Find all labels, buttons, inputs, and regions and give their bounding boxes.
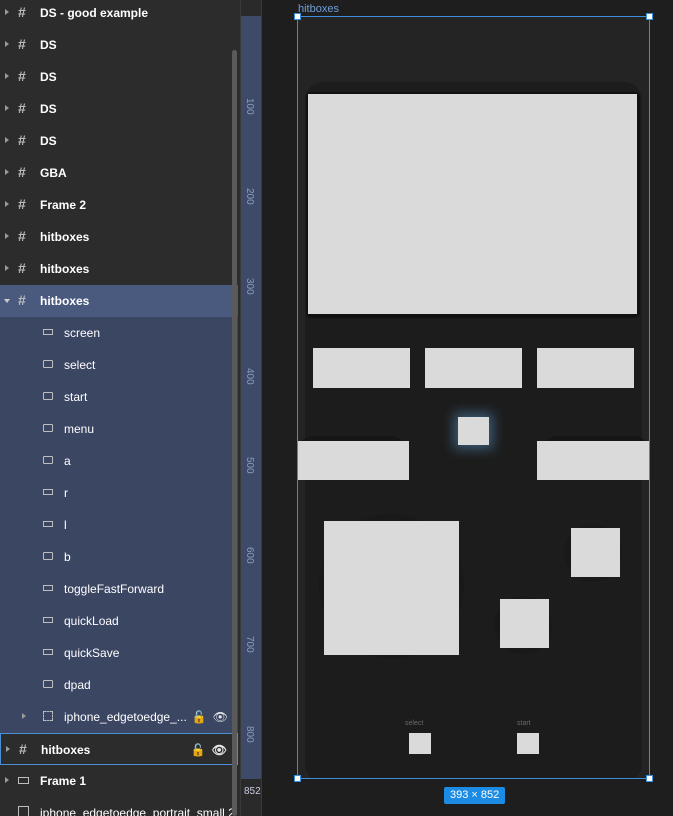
- rectangle-icon: [43, 521, 53, 527]
- frame-hash-icon: #: [18, 260, 26, 276]
- frame-title[interactable]: hitboxes: [298, 3, 339, 15]
- image-icon: [18, 806, 29, 816]
- layer-hitboxes-selected[interactable]: # hitboxes: [0, 285, 238, 317]
- layer-hitboxes[interactable]: # hitboxes: [0, 253, 238, 285]
- vertical-ruler: 100 200 300 400 500 600 700 800 852: [240, 0, 262, 816]
- ruler-tick: 100: [244, 98, 255, 115]
- caret-right-icon[interactable]: [5, 169, 9, 175]
- frame-hash-icon: #: [18, 132, 26, 148]
- layers-panel: # DS - good example # DS # DS # DS # DS # GBA …: [0, 0, 240, 816]
- rectangle-icon: [43, 456, 53, 464]
- rectangle-icon: [43, 329, 53, 335]
- frame-hash-icon: #: [18, 36, 26, 52]
- layer-child-a[interactable]: a: [0, 445, 238, 477]
- ruler-tick: 200: [244, 188, 255, 205]
- layer-child-b[interactable]: b: [0, 541, 238, 573]
- layer-ds[interactable]: # DS: [0, 29, 238, 61]
- rectangle-icon: [43, 680, 53, 688]
- ruler-tick: 300: [244, 278, 255, 295]
- caret-right-icon[interactable]: [6, 746, 10, 752]
- selection-outline: [297, 16, 650, 779]
- frame-hash-icon: #: [18, 228, 26, 244]
- caret-right-icon[interactable]: [5, 201, 9, 207]
- ruler-tick: 400: [244, 368, 255, 385]
- layer-frame-2[interactable]: # Frame 2: [0, 189, 238, 221]
- layer-ds[interactable]: # DS: [0, 93, 238, 125]
- caret-right-icon[interactable]: [5, 777, 9, 783]
- caret-right-icon[interactable]: [5, 41, 9, 47]
- layer-child-togglefastforward[interactable]: toggleFastForward: [0, 573, 238, 605]
- rectangle-icon: [43, 617, 53, 623]
- caret-right-icon[interactable]: [5, 137, 9, 143]
- ruler-tick: 800: [244, 726, 255, 743]
- rectangle-icon: [43, 552, 53, 560]
- ruler-tick: 600: [244, 547, 255, 564]
- rectangle-icon: [43, 649, 53, 655]
- frame-hash-icon: #: [19, 741, 27, 757]
- caret-right-icon[interactable]: [22, 713, 26, 719]
- rectangle-icon: [43, 585, 53, 591]
- frame-hash-icon: #: [18, 292, 26, 308]
- eye-icon[interactable]: 👁: [213, 710, 228, 724]
- resize-handle-top-right[interactable]: [646, 13, 653, 20]
- layer-child-iphone-image[interactable]: iphone_edgetoedge_... 🔓 👁: [0, 701, 238, 733]
- caret-right-icon[interactable]: [5, 9, 9, 15]
- frame-hash-icon: #: [18, 68, 26, 84]
- layer-child-start[interactable]: start: [0, 381, 238, 413]
- ruler-tick: 500: [244, 457, 255, 474]
- eye-icon[interactable]: 👁: [212, 743, 227, 757]
- frame-hash-icon: #: [18, 164, 26, 180]
- layer-frame-1[interactable]: Frame 1: [0, 765, 238, 797]
- frame-hash-icon: #: [18, 4, 26, 20]
- canvas[interactable]: hitboxes select start 393 × 852: [262, 0, 673, 816]
- layer-iphone-portrait[interactable]: iphone_edgetoedge_portrait_small 2: [0, 797, 238, 816]
- frame-icon: [18, 777, 29, 784]
- ruler-selection-band: [241, 16, 261, 779]
- rectangle-icon: [43, 424, 53, 432]
- rectangle-icon: [43, 489, 53, 495]
- caret-right-icon[interactable]: [5, 105, 9, 111]
- layer-child-quicksave[interactable]: quickSave: [0, 637, 238, 669]
- layer-child-menu[interactable]: menu: [0, 413, 238, 445]
- layer-ds[interactable]: # DS: [0, 61, 238, 93]
- unlock-icon[interactable]: 🔓: [191, 743, 206, 757]
- caret-right-icon[interactable]: [5, 73, 9, 79]
- caret-right-icon[interactable]: [5, 233, 9, 239]
- layer-hitboxes-hover[interactable]: # hitboxes 🔓 👁: [0, 733, 238, 765]
- rectangle-icon: [43, 360, 53, 368]
- layer-gba[interactable]: # GBA: [0, 157, 238, 189]
- size-badge: 393 × 852: [444, 787, 506, 804]
- layers-scrollbar[interactable]: [232, 50, 237, 816]
- ruler-end-label: 852: [244, 786, 261, 797]
- layer-child-dpad[interactable]: dpad: [0, 669, 238, 701]
- layer-child-screen[interactable]: screen: [0, 317, 238, 349]
- resize-handle-bottom-left[interactable]: [294, 775, 301, 782]
- frame-hash-icon: #: [18, 100, 26, 116]
- caret-right-icon[interactable]: [5, 265, 9, 271]
- layer-child-l[interactable]: l: [0, 509, 238, 541]
- layer-child-select[interactable]: select: [0, 349, 238, 381]
- layer-child-r[interactable]: r: [0, 477, 238, 509]
- caret-down-icon[interactable]: [4, 299, 10, 303]
- frame-hash-icon: #: [18, 196, 26, 212]
- unlock-icon[interactable]: 🔓: [192, 710, 207, 724]
- layer-child-quickload[interactable]: quickLoad: [0, 605, 238, 637]
- layer-ds[interactable]: # DS: [0, 125, 238, 157]
- layer-hitboxes[interactable]: # hitboxes: [0, 221, 238, 253]
- rectangle-icon: [43, 392, 53, 400]
- image-icon: [43, 711, 53, 721]
- ruler-tick: 700: [244, 636, 255, 653]
- resize-handle-bottom-right[interactable]: [646, 775, 653, 782]
- resize-handle-top-left[interactable]: [294, 13, 301, 20]
- layer-ds-good-example[interactable]: # DS - good example: [0, 0, 238, 29]
